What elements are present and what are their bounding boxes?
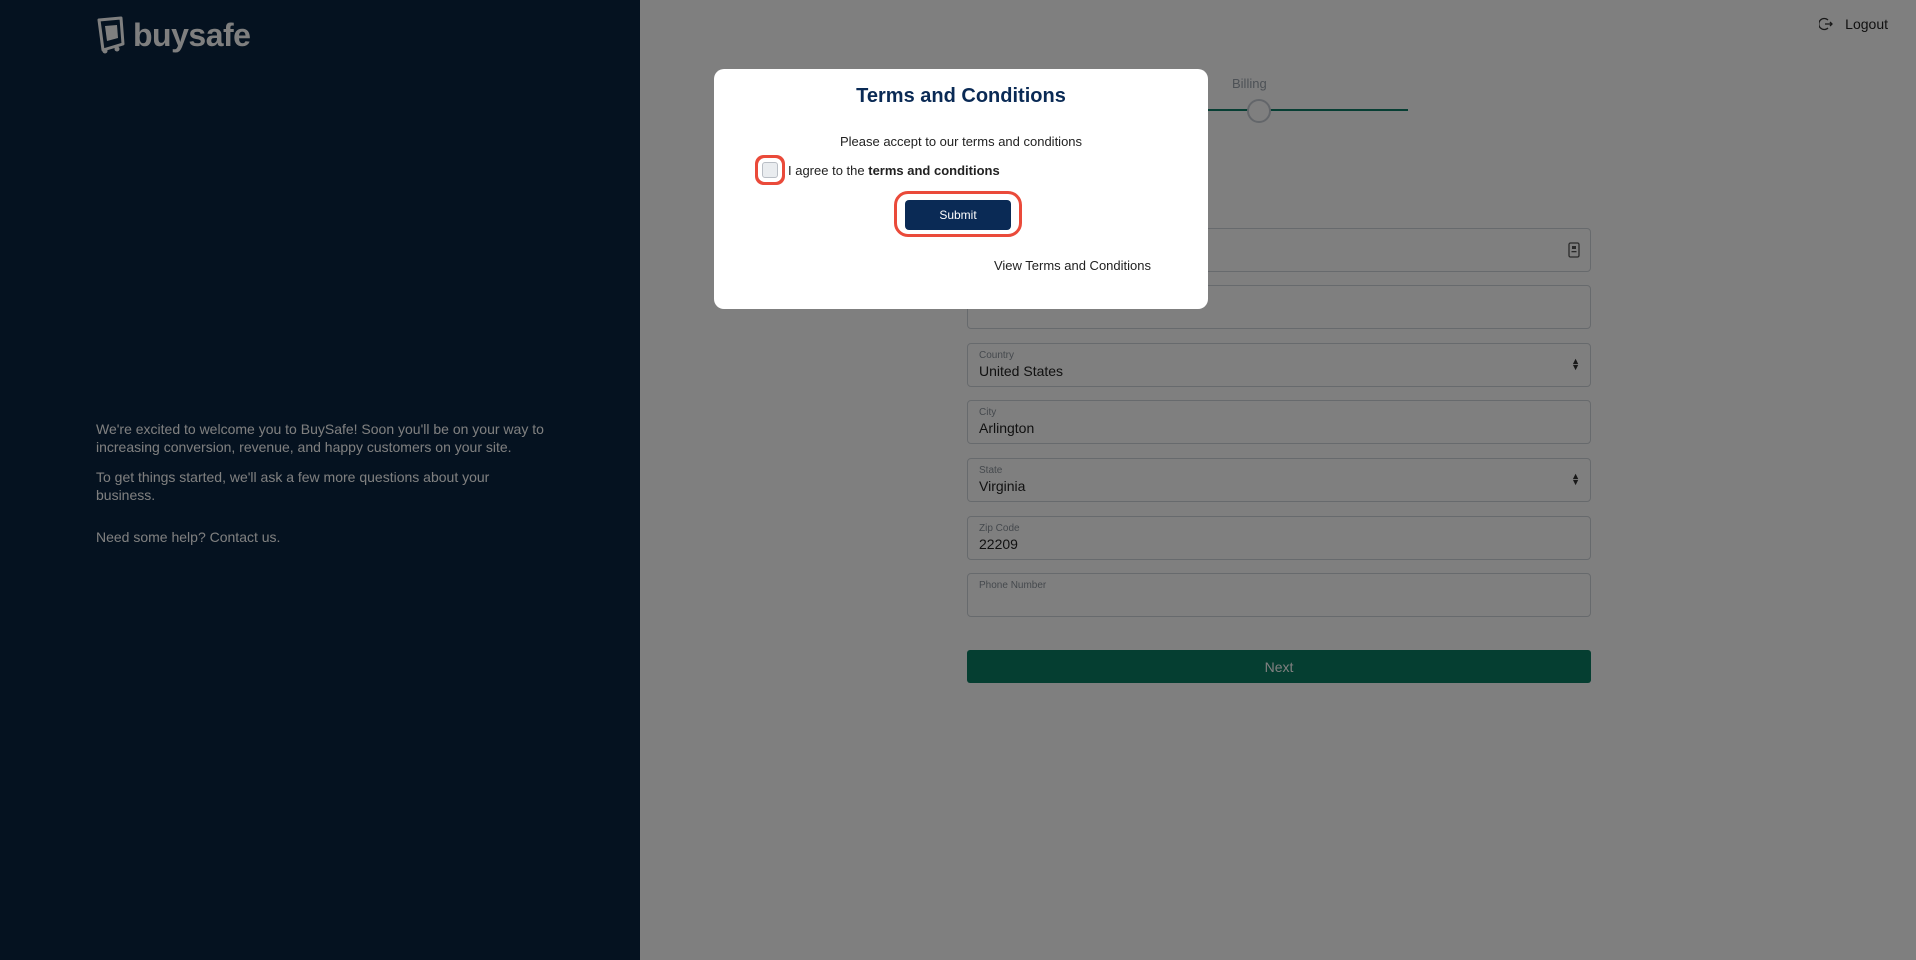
modal-title: Terms and Conditions [856, 85, 1066, 107]
modal-subtitle: Please accept to our terms and condition… [839, 134, 1083, 149]
agree-checkbox[interactable] [762, 162, 778, 178]
submit-button[interactable]: Submit [905, 200, 1011, 230]
agree-row: I agree to the terms and conditions [754, 162, 1000, 178]
terms-modal: Terms and Conditions Please accept to ou… [714, 69, 1208, 309]
agree-label: I agree to the terms and conditions [788, 162, 1000, 178]
view-terms-link[interactable]: View Terms and Conditions [994, 258, 1151, 273]
submit-highlight: Submit [894, 191, 1022, 237]
